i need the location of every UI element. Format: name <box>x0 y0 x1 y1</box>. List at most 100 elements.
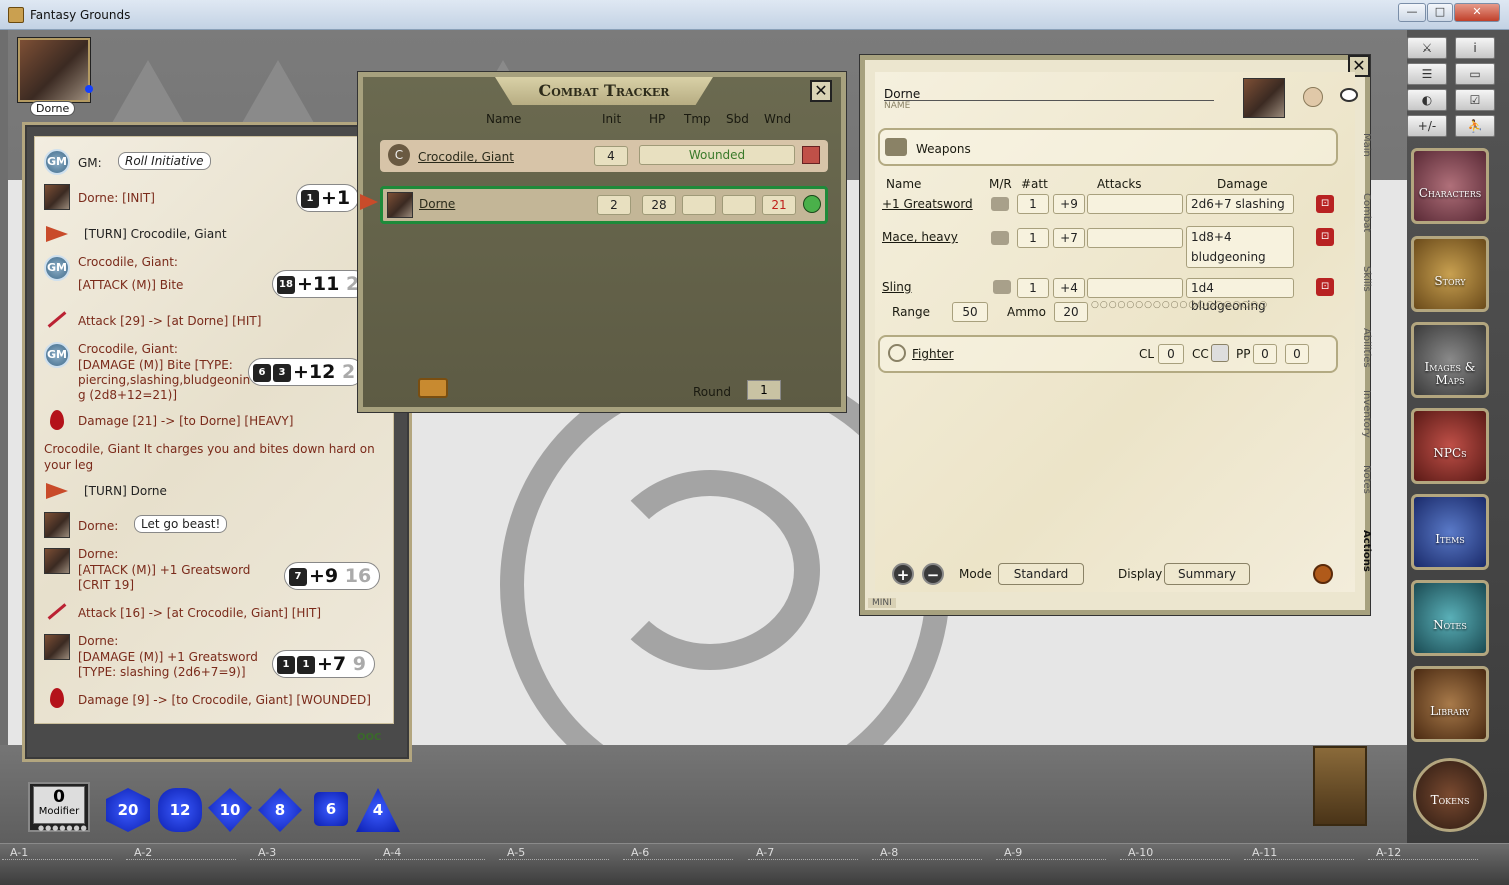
weapon-roll-icon[interactable]: ⚀ <box>1316 195 1334 213</box>
tracker-close-button[interactable]: ✕ <box>810 80 832 102</box>
col-mr: M/R <box>989 177 1012 191</box>
character-token-icon[interactable] <box>1243 78 1285 118</box>
sword-hit-icon <box>44 598 70 624</box>
gm-icon: GM <box>44 342 70 368</box>
combatant-name[interactable]: Dorne <box>419 197 455 211</box>
sidebar-npcs[interactable]: NPCs <box>1411 408 1489 484</box>
portrait-circle-icon[interactable] <box>1303 87 1323 107</box>
attack-bonus[interactable]: +7 <box>1053 228 1085 248</box>
chat-speaker: Dorne: <box>78 519 119 533</box>
init-field[interactable]: 4 <box>594 146 628 166</box>
tool-card-icon[interactable]: ▭ <box>1455 63 1495 85</box>
cc-toggle[interactable] <box>1211 344 1229 362</box>
tool-list-icon[interactable]: ☰ <box>1407 63 1447 85</box>
class-name[interactable]: Fighter <box>912 347 954 361</box>
modifier-display[interactable]: 0 Modifier <box>33 786 85 824</box>
display-select[interactable]: Summary <box>1164 563 1250 585</box>
sidebar-story[interactable]: Story <box>1411 236 1489 312</box>
mode-select[interactable]: Standard <box>998 563 1084 585</box>
cl-field[interactable]: 0 <box>1158 344 1184 364</box>
sbd-field[interactable] <box>722 195 756 215</box>
speech-icon[interactable] <box>1340 88 1358 102</box>
class-icon <box>888 344 906 362</box>
dice-tower-icon[interactable] <box>1313 746 1367 826</box>
att-count[interactable]: 1 <box>1017 228 1049 248</box>
d6-die-icon[interactable]: 6 <box>314 792 348 826</box>
round-label: Round <box>693 385 731 399</box>
ooc-toggle[interactable]: OOC <box>357 732 381 743</box>
sidebar-characters[interactable]: Characters <box>1411 148 1489 224</box>
attack-track[interactable] <box>1087 194 1183 214</box>
tmp-field[interactable] <box>682 195 716 215</box>
pp-field-2[interactable]: 0 <box>1285 344 1309 364</box>
maximize-button[interactable]: □ <box>1427 3 1453 22</box>
tab-actions[interactable]: Actions <box>1356 530 1372 572</box>
tracker-menu-button[interactable] <box>418 378 448 398</box>
col-tmp: Tmp <box>684 112 711 126</box>
chat-line: g (2d8+12=21)] <box>78 388 178 402</box>
col-attacks: Attacks <box>1097 177 1142 191</box>
wnd-field[interactable]: 21 <box>762 195 796 215</box>
tab-abilities[interactable]: Abilities <box>1356 328 1372 368</box>
melee-icon[interactable] <box>991 231 1009 245</box>
att-count[interactable]: 1 <box>1017 194 1049 214</box>
ammo-pips[interactable]: ○○○○○○○○○○○○○○○○○○○○ <box>1091 301 1267 310</box>
dragon-watermark-inner <box>600 470 820 670</box>
damage-field[interactable]: 1d8+4 bludgeoning <box>1186 226 1294 268</box>
tab-main[interactable]: Main <box>1356 133 1372 157</box>
tool-effects-icon[interactable]: ◐ <box>1407 89 1447 111</box>
sidebar-items[interactable]: Items <box>1411 494 1489 570</box>
mini-toggle[interactable]: MINI <box>868 598 896 608</box>
ammo-field[interactable]: 20 <box>1054 302 1088 322</box>
att-count[interactable]: 1 <box>1017 278 1049 298</box>
hp-field[interactable]: 28 <box>642 195 676 215</box>
melee-icon[interactable] <box>991 197 1009 211</box>
tab-notes[interactable]: Notes <box>1356 465 1372 494</box>
tracker-row-dorne[interactable]: Dorne 2 28 21 <box>380 186 828 224</box>
tab-inventory[interactable]: Inventory <box>1356 390 1372 438</box>
ranged-icon[interactable] <box>993 280 1011 294</box>
combatant-name[interactable]: Crocodile, Giant <box>418 150 514 164</box>
tab-combat[interactable]: Combat <box>1356 193 1372 232</box>
sidebar-notes[interactable]: Notes <box>1411 580 1489 656</box>
remove-icon[interactable]: − <box>922 563 944 585</box>
edit-icon[interactable] <box>1313 564 1333 584</box>
close-window-button[interactable]: ✕ <box>1454 3 1500 22</box>
tool-party-icon[interactable]: ⛹ <box>1455 115 1495 137</box>
init-field[interactable]: 2 <box>597 195 631 215</box>
attack-bonus[interactable]: +4 <box>1053 278 1085 298</box>
weapon-name[interactable]: +1 Greatsword <box>882 197 973 211</box>
weapon-roll-icon[interactable]: ⚀ <box>1316 228 1334 246</box>
weapons-title: Weapons <box>916 142 971 156</box>
tab-skills[interactable]: Skills <box>1356 266 1372 292</box>
weapon-name[interactable]: Sling <box>882 280 912 294</box>
character-name-field[interactable]: Dorne <box>884 87 920 101</box>
damage-field[interactable]: 1d4 bludgeoning <box>1186 278 1294 313</box>
d12-die-icon[interactable]: 12 <box>158 788 202 832</box>
col-wnd: Wnd <box>764 112 792 126</box>
tool-check-icon[interactable]: ☑ <box>1455 89 1495 111</box>
grid-label: A-12 <box>1367 846 1480 860</box>
blood-drop-icon <box>50 688 76 714</box>
tool-combat-icon[interactable]: ⚔ <box>1407 37 1447 59</box>
pp-field-1[interactable]: 0 <box>1253 344 1277 364</box>
minimize-button[interactable]: — <box>1398 3 1426 22</box>
weapon-roll-icon[interactable]: ⚀ <box>1316 278 1334 296</box>
weapon-name[interactable]: Mace, heavy <box>882 230 958 244</box>
range-field[interactable]: 50 <box>952 302 988 322</box>
character-portrait[interactable] <box>18 38 90 102</box>
chat-line: [DAMAGE (M)] +1 Greatsword <box>78 650 258 664</box>
sidebar-tokens[interactable]: Tokens <box>1413 758 1487 832</box>
round-counter[interactable]: 1 <box>747 380 781 400</box>
tracker-row-crocodile[interactable]: C Crocodile, Giant 4 Wounded <box>380 140 828 172</box>
tool-modifier-icon[interactable]: +/- <box>1407 115 1447 137</box>
add-icon[interactable]: + <box>892 563 914 585</box>
attack-bonus[interactable]: +9 <box>1053 194 1085 214</box>
chat-line: Dorne: <box>78 547 119 561</box>
tool-info-icon[interactable]: i <box>1455 37 1495 59</box>
sidebar-library[interactable]: Library <box>1411 666 1489 742</box>
damage-field[interactable]: 2d6+7 slashing <box>1186 194 1294 214</box>
attack-track[interactable] <box>1087 278 1183 298</box>
attack-track[interactable] <box>1087 228 1183 248</box>
sidebar-images-maps[interactable]: Images & Maps <box>1411 322 1489 398</box>
